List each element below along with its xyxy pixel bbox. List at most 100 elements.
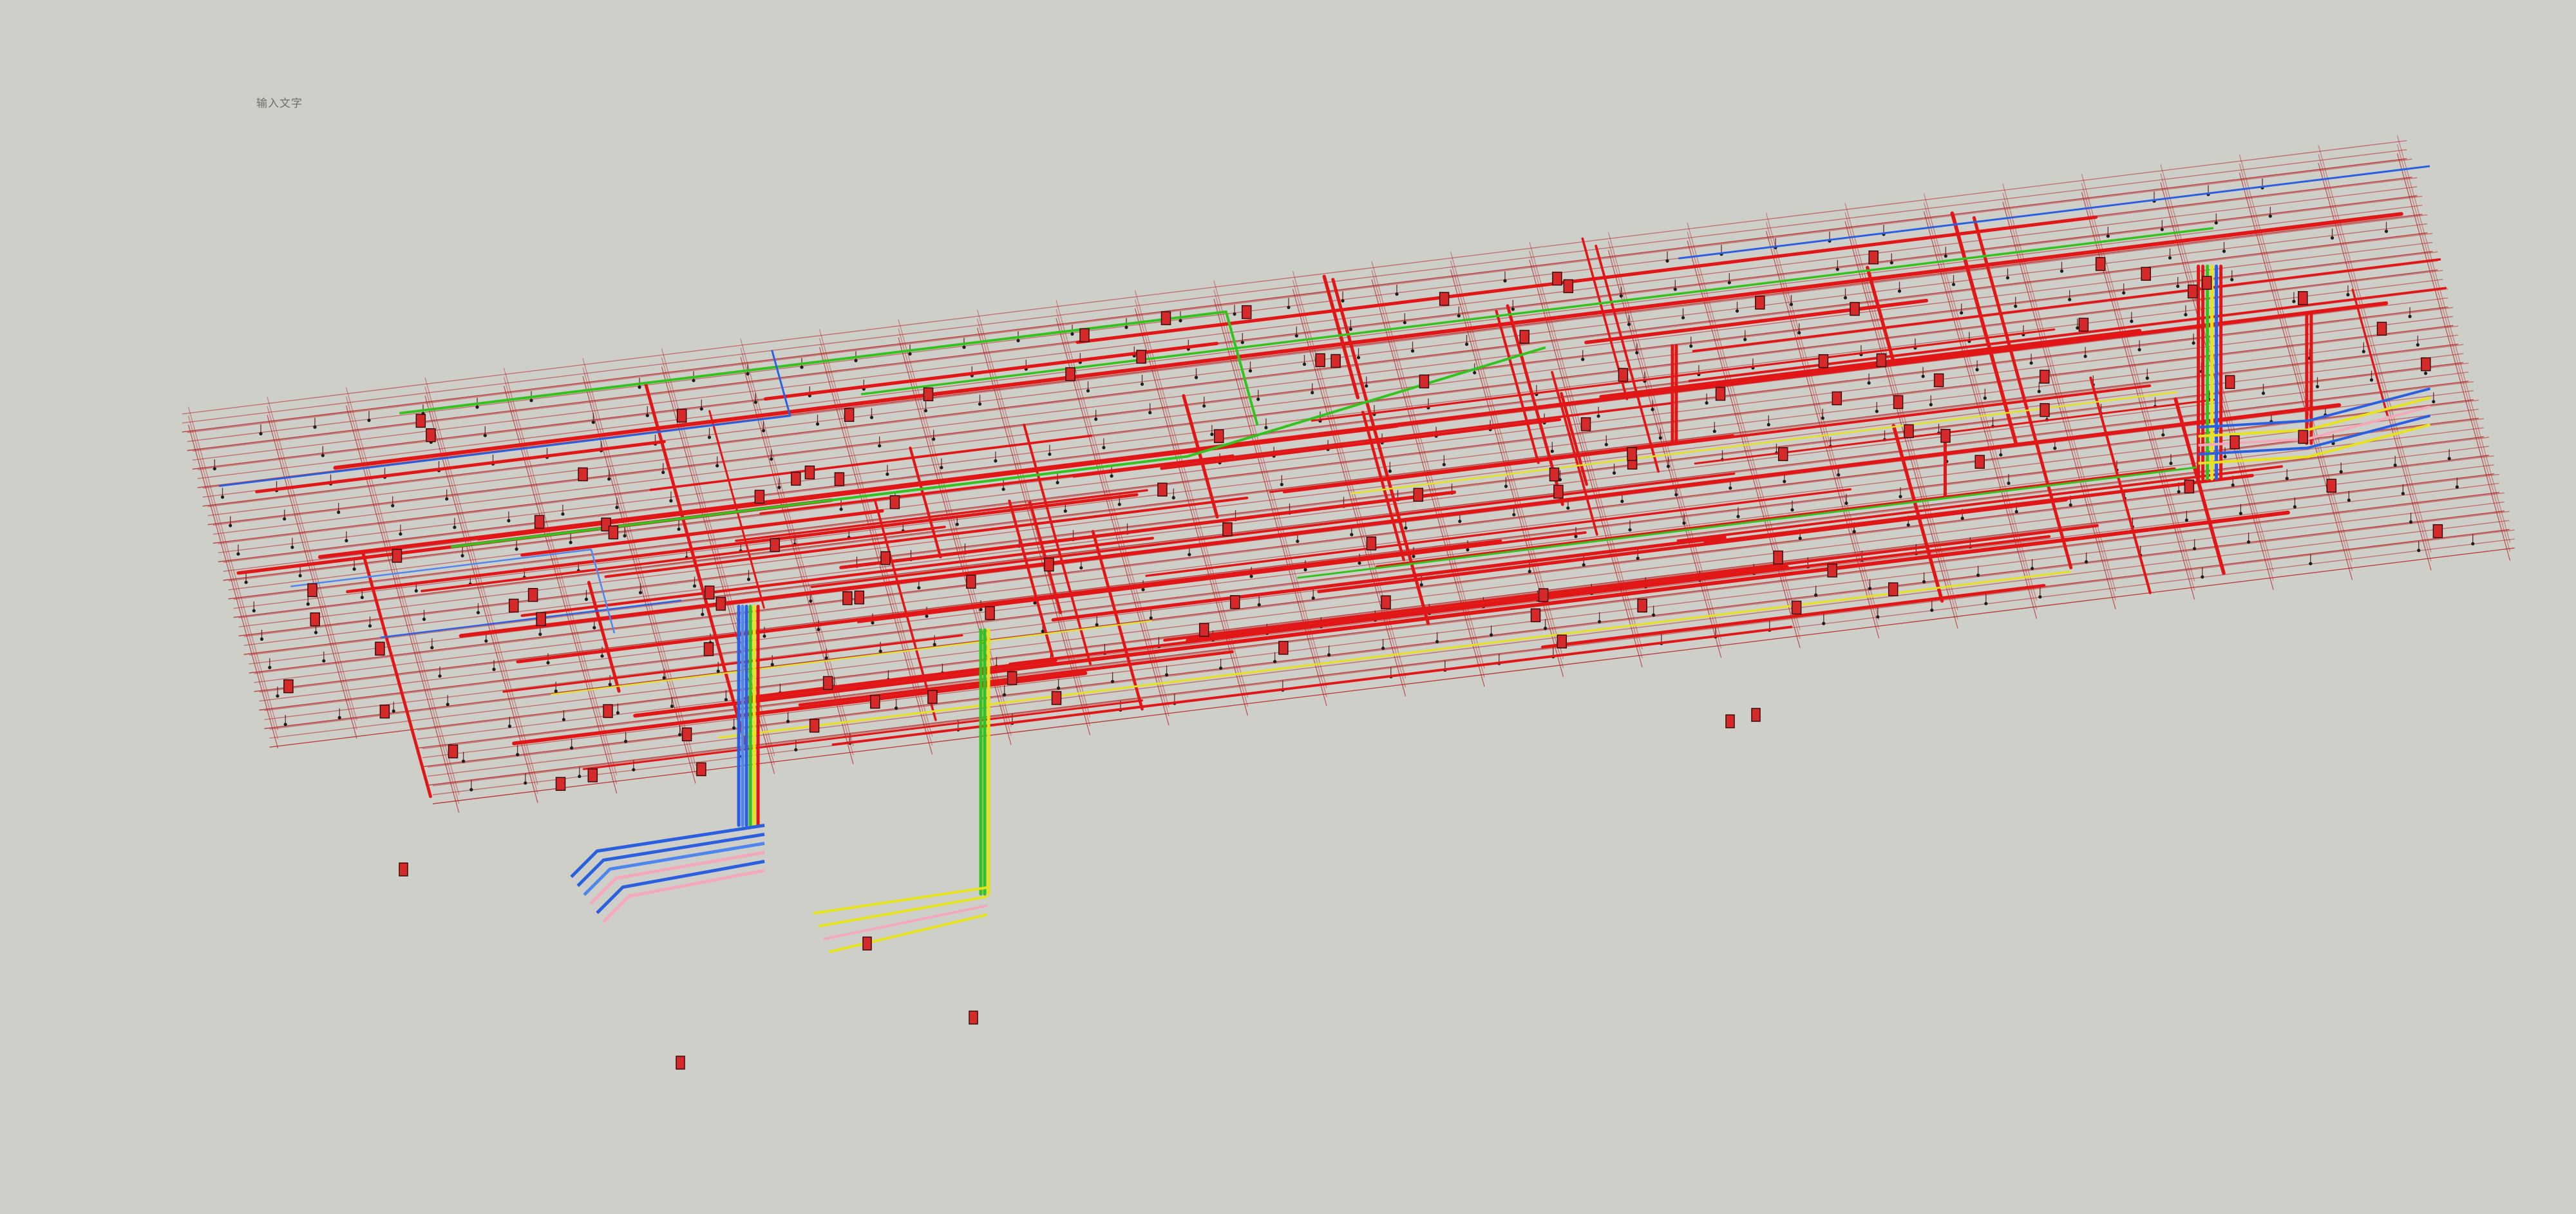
sprinkler-head bbox=[1930, 608, 1934, 612]
hydrant-box bbox=[704, 585, 715, 600]
hydrant-box bbox=[862, 936, 872, 951]
sprinkler-head bbox=[2293, 505, 2297, 509]
sprinkler-head bbox=[1735, 309, 1739, 313]
sprinkler-head bbox=[1442, 462, 1446, 466]
sprinkler-head bbox=[1635, 351, 1639, 355]
sprinkler-head bbox=[283, 723, 287, 726]
hydrant-box bbox=[415, 413, 426, 428]
sprinkler-head bbox=[2292, 299, 2296, 303]
sprinkler-head bbox=[623, 534, 627, 538]
sprinkler-head bbox=[260, 637, 264, 641]
sprinkler-head bbox=[1960, 311, 1964, 315]
sprinkler-head bbox=[732, 726, 736, 730]
sprinkler-head bbox=[1341, 299, 1345, 303]
sprinkler-head bbox=[2037, 390, 2041, 394]
hydrant-box bbox=[508, 598, 519, 613]
sprinkler-head bbox=[1410, 349, 1415, 353]
sprinkler-head bbox=[2393, 463, 2397, 467]
hydrant-box bbox=[1315, 353, 1325, 368]
hydrant-box bbox=[1580, 417, 1591, 432]
hydrant-box bbox=[844, 408, 855, 422]
hydrant-box bbox=[676, 408, 687, 423]
sprinkler-head bbox=[1280, 482, 1283, 486]
sprinkler-head bbox=[283, 517, 287, 521]
sprinkler-head bbox=[2362, 350, 2365, 354]
sprinkler-head bbox=[516, 753, 520, 757]
sprinkler-main bbox=[1688, 287, 2447, 383]
sprinkler-head bbox=[570, 746, 574, 750]
sprinkler-head bbox=[1598, 620, 1602, 623]
branch-pipe bbox=[2397, 135, 2510, 543]
hydrant-box bbox=[2141, 267, 2151, 281]
sprinkler-head bbox=[1627, 323, 1631, 327]
hydrant-box bbox=[2078, 318, 2089, 332]
hydrant-box bbox=[2202, 276, 2212, 290]
sprinkler-head bbox=[761, 429, 766, 433]
sprinkler-head bbox=[1466, 548, 1470, 552]
sprinkler-head bbox=[794, 748, 798, 752]
sprinkler-head bbox=[2106, 234, 2110, 238]
sprinkler-head bbox=[1983, 396, 1987, 400]
sprinkler-head bbox=[707, 435, 712, 439]
sprinkler-head bbox=[1976, 573, 1980, 577]
sprinkler-head bbox=[1140, 382, 1144, 386]
hydrant-box bbox=[527, 588, 538, 602]
sprinkler-head bbox=[1473, 371, 1477, 375]
sprinkler-head bbox=[2447, 457, 2451, 460]
sprinkler-head bbox=[678, 733, 682, 737]
hydrant-box bbox=[715, 596, 726, 611]
sprinkler-head bbox=[1821, 416, 1824, 420]
sprinkler-head bbox=[753, 401, 757, 404]
sprinkler-head bbox=[1435, 640, 1439, 643]
sprinkler-head bbox=[2145, 376, 2149, 380]
sprinkler-head bbox=[1512, 513, 1516, 517]
sprinkler-head bbox=[1652, 613, 1656, 617]
hydrant-box bbox=[1755, 296, 1765, 310]
hydrant-box bbox=[399, 862, 408, 877]
sprinkler-head bbox=[546, 661, 550, 665]
sprinkler-head bbox=[1171, 496, 1175, 500]
sprinkler-head bbox=[2222, 249, 2226, 253]
hydrant-box bbox=[842, 591, 853, 605]
sprinkler-head bbox=[1219, 666, 1223, 670]
sprinkler-head bbox=[2346, 293, 2350, 297]
hydrant-box bbox=[2039, 370, 2050, 384]
sprinkler-head bbox=[1095, 623, 1099, 627]
sprinkler-head bbox=[367, 419, 371, 422]
mep-pipe-network-3d[interactable] bbox=[0, 0, 2576, 1214]
branch-pipe bbox=[345, 405, 460, 813]
sprinkler-head bbox=[925, 614, 929, 618]
sprinkler-head bbox=[460, 554, 464, 558]
sprinkler-main bbox=[644, 383, 747, 745]
hydrant-box bbox=[375, 641, 385, 656]
hydrant-box bbox=[1975, 455, 1985, 469]
sprinkler-head bbox=[1256, 397, 1260, 401]
hydrant-box bbox=[587, 768, 598, 782]
sprinkler-head bbox=[1111, 679, 1115, 683]
sprinkler-head bbox=[638, 591, 643, 594]
sprinkler-head bbox=[438, 674, 442, 678]
model-viewport[interactable]: 输入文字 bbox=[0, 0, 2576, 1214]
sprinkler-head bbox=[1951, 283, 1956, 287]
sprinkler-head bbox=[869, 415, 874, 419]
hydrant-box bbox=[969, 1010, 978, 1025]
hydrant-box bbox=[1331, 354, 1341, 368]
hydrant-box bbox=[603, 704, 613, 718]
sprinkler-head bbox=[932, 437, 936, 441]
sprinkler-head bbox=[2014, 304, 2018, 308]
sprinkler-head bbox=[337, 716, 341, 719]
sprinkler-head bbox=[507, 518, 511, 523]
sprinkler-head bbox=[839, 507, 843, 511]
sprinkler-head bbox=[2031, 567, 2034, 571]
hydrant-box bbox=[2326, 479, 2337, 493]
sprinkler-head bbox=[895, 706, 898, 710]
sprinkler-head bbox=[1056, 480, 1059, 485]
sprinkler-head bbox=[1797, 331, 1801, 335]
sprinkler-main bbox=[512, 671, 1088, 746]
hydrant-box bbox=[379, 705, 390, 719]
sprinkler-head bbox=[1798, 536, 1802, 540]
sprinkler-head bbox=[1273, 659, 1277, 663]
hydrant-box bbox=[1419, 374, 1430, 389]
sprinkler-head bbox=[1048, 452, 1052, 456]
sprinkler-head bbox=[1766, 422, 1770, 427]
